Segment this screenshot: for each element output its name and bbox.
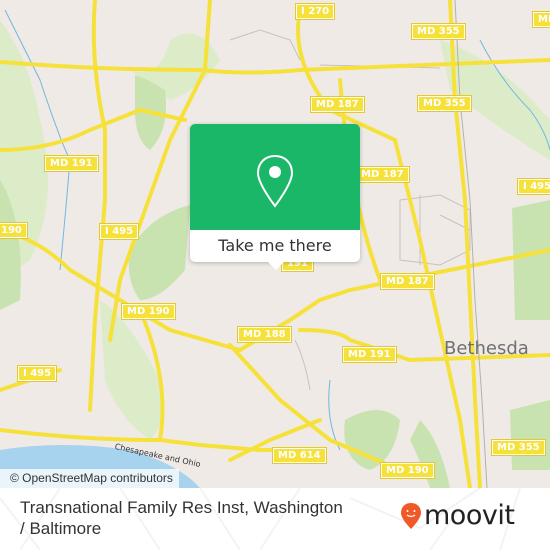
map-attribution[interactable]: © OpenStreetMap contributors bbox=[0, 469, 179, 488]
road-shield-i495: I 495 bbox=[516, 178, 550, 195]
road-shield-md355: MD 355 bbox=[491, 439, 546, 456]
park-area bbox=[128, 205, 190, 300]
location-popup: Take me there bbox=[190, 124, 360, 270]
place-title: Transnational Family Res Inst, Washingto… bbox=[20, 498, 343, 538]
city-label-bethesda: Bethesda bbox=[444, 338, 529, 359]
road-shield-md190: MD 190 bbox=[121, 303, 176, 320]
road-shield-i270: I 270 bbox=[294, 3, 336, 20]
road-shield-i495: I 495 bbox=[16, 365, 58, 382]
road-shield-md191: MD 191 bbox=[342, 346, 397, 363]
road-shield-md355: MD 355 bbox=[411, 23, 466, 40]
park-area bbox=[512, 200, 550, 320]
road bbox=[88, 0, 107, 412]
road-shield-md187: MD 187 bbox=[355, 166, 410, 183]
park-area bbox=[344, 410, 400, 470]
road-shield-md188: MD 188 bbox=[237, 326, 292, 343]
road-shield-md614: MD 614 bbox=[272, 447, 327, 464]
road-shield-190: 190 bbox=[0, 222, 28, 239]
road-shield-md: MD bbox=[531, 11, 550, 28]
map-view[interactable]: I 270 MD 355 MD 355 MD 187 MD 187 MD 187… bbox=[0, 0, 550, 488]
road-shield-md355: MD 355 bbox=[417, 95, 472, 112]
road-shield-md190: MD 190 bbox=[380, 462, 435, 479]
take-me-there-button[interactable]: Take me there bbox=[190, 230, 360, 262]
moovit-logo-text: moovit bbox=[424, 500, 515, 531]
location-pin-icon bbox=[256, 154, 294, 208]
moovit-pin-icon bbox=[401, 503, 421, 529]
popup-pointer bbox=[268, 262, 284, 270]
road-shield-i495: I 495 bbox=[98, 223, 140, 240]
road-shield-md187: MD 187 bbox=[380, 273, 435, 290]
footer: Transnational Family Res Inst, Washingto… bbox=[0, 488, 550, 550]
moovit-logo[interactable]: moovit bbox=[400, 500, 515, 531]
road-shield-md191: MD 191 bbox=[44, 155, 99, 172]
road-shield-md187: MD 187 bbox=[310, 96, 365, 113]
park-area bbox=[510, 400, 550, 470]
popup-header bbox=[190, 124, 360, 230]
